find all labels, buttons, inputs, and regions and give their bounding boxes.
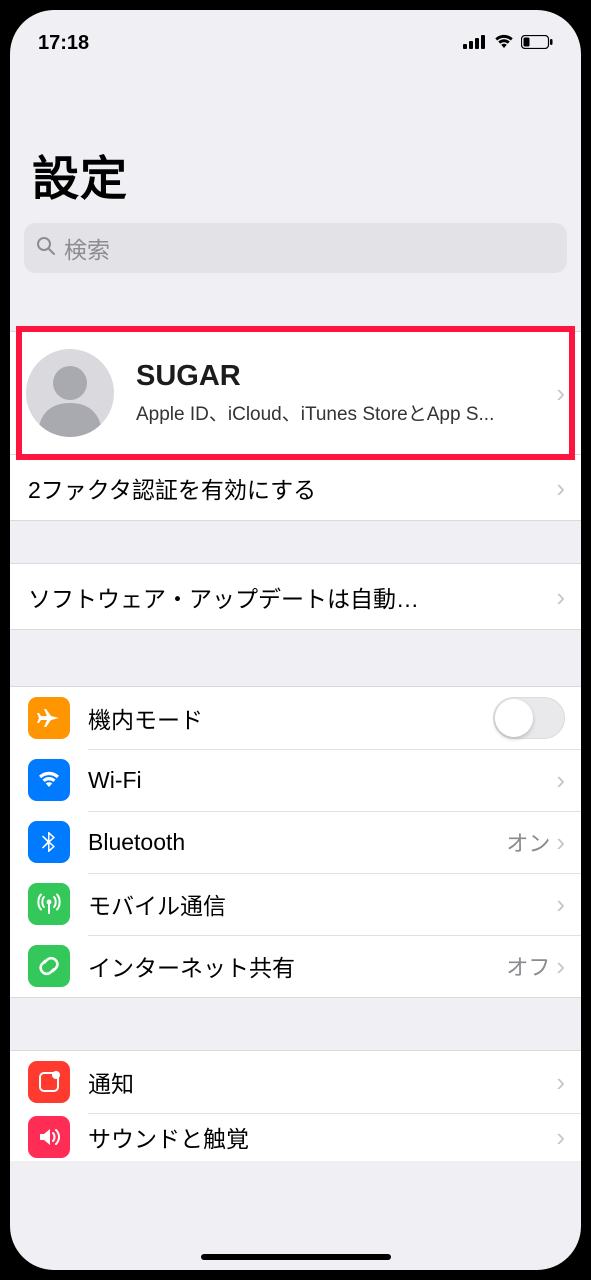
- row-label: 通知: [88, 1065, 556, 1099]
- speaker-icon: [28, 1116, 70, 1158]
- status-right: [463, 32, 553, 55]
- chevron-right-icon: ›: [556, 891, 565, 917]
- bluetooth-icon: [28, 821, 70, 863]
- row-label: 機内モード: [88, 701, 493, 735]
- cellular-signal-icon: [463, 32, 487, 55]
- status-bar: 17:18: [10, 10, 581, 60]
- page-title: 設定: [10, 60, 581, 223]
- row-bluetooth[interactable]: Bluetooth オン ›: [10, 811, 581, 873]
- row-value: オン: [506, 826, 550, 858]
- apple-id-subtitle: Apple ID、iCloud、iTunes StoreとApp S...: [136, 399, 556, 426]
- airplane-toggle[interactable]: [493, 697, 565, 739]
- apple-id-name: SUGAR: [136, 360, 556, 393]
- search-icon: [36, 235, 56, 262]
- row-hotspot[interactable]: インターネット共有 オフ ›: [10, 935, 581, 997]
- search-input[interactable]: 検索: [24, 223, 567, 273]
- chevron-right-icon: ›: [556, 767, 565, 793]
- search-placeholder: 検索: [64, 231, 110, 265]
- airplane-icon: [28, 697, 70, 739]
- chevron-right-icon: ›: [556, 584, 565, 610]
- row-notifications[interactable]: 通知 ›: [10, 1051, 581, 1113]
- status-time: 17:18: [38, 32, 89, 55]
- chevron-right-icon: ›: [556, 1124, 565, 1150]
- link-icon: [28, 945, 70, 987]
- battery-icon: [521, 32, 553, 55]
- home-indicator[interactable]: [201, 1254, 391, 1260]
- row-label: 2ファクタ認証を有効にする: [28, 471, 556, 505]
- row-label: インターネット共有: [88, 949, 506, 983]
- apple-id-row[interactable]: SUGAR Apple ID、iCloud、iTunes StoreとApp S…: [10, 332, 581, 454]
- row-label: モバイル通信: [88, 887, 556, 921]
- wifi-icon: [28, 759, 70, 801]
- antenna-icon: [28, 883, 70, 925]
- row-label: ソフトウェア・アップデートは自動…: [28, 580, 556, 614]
- row-value: オフ: [506, 950, 550, 982]
- chevron-right-icon: ›: [556, 475, 565, 501]
- row-wifi[interactable]: Wi-Fi ›: [10, 749, 581, 811]
- chevron-right-icon: ›: [556, 829, 565, 855]
- row-software-update[interactable]: ソフトウェア・アップデートは自動… ›: [10, 564, 581, 629]
- avatar: [26, 349, 114, 437]
- row-two-factor[interactable]: 2ファクタ認証を有効にする ›: [10, 455, 581, 520]
- chevron-right-icon: ›: [556, 953, 565, 979]
- row-sounds[interactable]: サウンドと触覚 ›: [10, 1113, 581, 1161]
- chevron-right-icon: ›: [556, 1069, 565, 1095]
- wifi-icon: [493, 32, 515, 55]
- chevron-right-icon: ›: [556, 380, 565, 406]
- row-label: Bluetooth: [88, 829, 506, 856]
- row-airplane-mode[interactable]: 機内モード: [10, 687, 581, 749]
- row-cellular[interactable]: モバイル通信 ›: [10, 873, 581, 935]
- row-label: サウンドと触覚: [88, 1120, 556, 1154]
- notifications-icon: [28, 1061, 70, 1103]
- row-label: Wi-Fi: [88, 767, 550, 794]
